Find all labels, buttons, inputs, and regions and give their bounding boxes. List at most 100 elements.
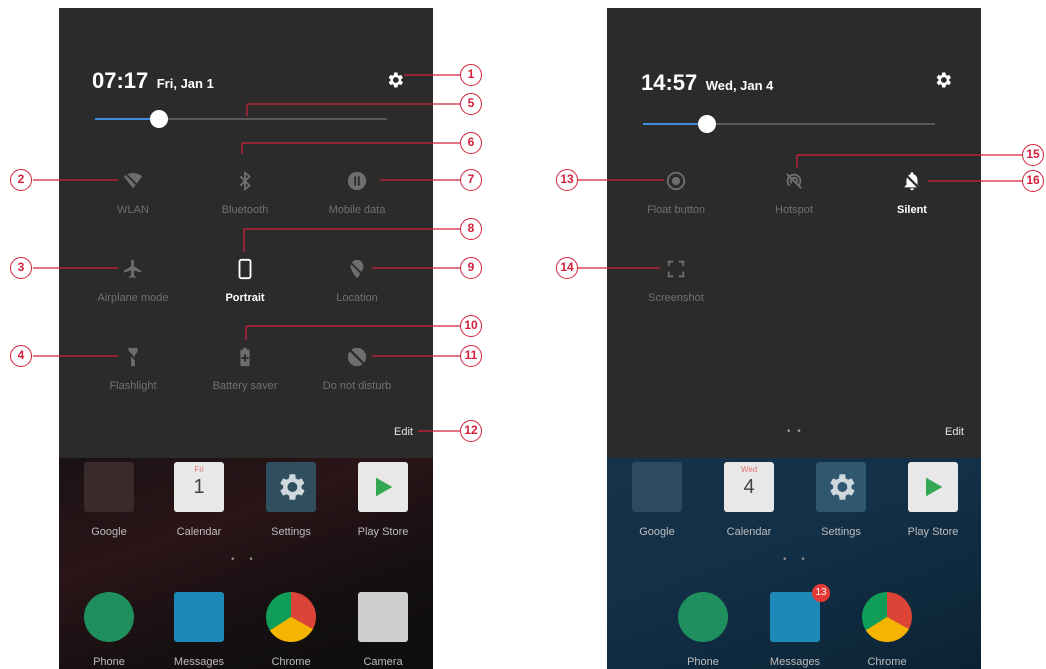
tile-silent[interactable]: Silent — [852, 170, 972, 216]
screenshot-icon — [667, 260, 685, 278]
app-phone[interactable]: Phone — [663, 592, 743, 668]
app-messages[interactable]: Messages — [159, 592, 239, 668]
app-label: Messages — [173, 656, 225, 668]
portrait-icon — [238, 258, 252, 280]
calendar-day: 1 — [193, 476, 205, 498]
callout-marker: 6 — [460, 132, 482, 154]
app-calendar[interactable]: Wed 4 Calendar — [709, 462, 789, 538]
phone-icon — [678, 592, 728, 642]
app-chrome[interactable]: Chrome — [251, 592, 331, 668]
tile-label: Portrait — [225, 292, 265, 304]
chrome-icon — [862, 592, 912, 642]
tile-airplane-mode[interactable]: Airplane mode — [73, 258, 193, 304]
edit-button[interactable]: Edit — [394, 426, 413, 438]
battery-saver-icon — [240, 347, 250, 367]
tile-wlan[interactable]: WLAN — [73, 170, 193, 216]
app-play-store[interactable]: Play Store — [343, 462, 423, 538]
app-label: Phone — [93, 656, 125, 668]
tile-mobile-data[interactable]: Mobile data — [297, 170, 417, 216]
home-screen: Google Wed 4 Calendar Settings Play Stor… — [607, 458, 981, 669]
messages-icon — [174, 592, 224, 642]
tile-hotspot[interactable]: Hotspot — [734, 170, 854, 216]
app-label: Settings — [821, 526, 861, 538]
settings-gear-icon[interactable] — [385, 70, 405, 90]
app-google-folder[interactable]: Google — [617, 462, 697, 538]
tile-float-button[interactable]: Float button — [616, 170, 736, 216]
home-screen: Google Fri 1 Calendar Settings Play Stor… — [59, 458, 433, 669]
clock-date: Wed, Jan 4 — [705, 78, 774, 93]
callout-marker: 12 — [460, 420, 482, 442]
app-play-store[interactable]: Play Store — [893, 462, 973, 538]
brightness-slider[interactable] — [643, 115, 935, 133]
settings-app-icon — [266, 462, 316, 512]
tile-label: Do not disturb — [322, 380, 392, 392]
messages-icon: 13 — [770, 584, 830, 642]
app-settings[interactable]: Settings — [251, 462, 331, 538]
callout-marker: 2 — [10, 169, 32, 191]
google-folder-icon — [632, 462, 682, 512]
tile-label: Hotspot — [775, 204, 813, 216]
phone-screen-right: 14:57 Wed, Jan 4 Float button Hotspot Si… — [607, 8, 981, 669]
app-label: Settings — [271, 526, 311, 538]
bluetooth-icon — [239, 170, 251, 192]
tile-battery-saver[interactable]: Battery saver — [185, 346, 305, 392]
clock-time: 14:57 — [641, 70, 698, 95]
tile-label: WLAN — [117, 204, 149, 216]
app-label: Camera — [363, 656, 403, 668]
callout-marker: 7 — [460, 169, 482, 191]
callout-marker: 16 — [1022, 170, 1044, 192]
google-folder-icon — [84, 462, 134, 512]
status-clock: 07:17 Fri, Jan 1 — [92, 68, 214, 94]
tile-bluetooth[interactable]: Bluetooth — [185, 170, 305, 216]
tile-label: Screenshot — [648, 292, 704, 304]
app-label: Calendar — [176, 526, 222, 538]
clock-time: 07:17 — [92, 68, 149, 93]
app-label: Play Store — [907, 526, 959, 538]
callout-marker: 8 — [460, 218, 482, 240]
mobile-data-icon — [347, 171, 367, 191]
callout-marker: 10 — [460, 315, 482, 337]
silent-bell-icon — [902, 171, 922, 191]
tile-screenshot[interactable]: Screenshot — [616, 258, 736, 304]
callout-marker: 15 — [1022, 144, 1044, 166]
brightness-slider[interactable] — [95, 110, 387, 128]
camera-icon — [358, 592, 408, 642]
tile-label: Float button — [646, 204, 706, 216]
app-messages[interactable]: 13 Messages — [755, 584, 835, 668]
edit-button[interactable]: Edit — [945, 426, 964, 438]
tile-location[interactable]: Location — [297, 258, 417, 304]
app-phone[interactable]: Phone — [69, 592, 149, 668]
tile-flashlight[interactable]: Flashlight — [73, 346, 193, 392]
app-settings[interactable]: Settings — [801, 462, 881, 538]
tile-label: Mobile data — [328, 204, 386, 216]
app-label: Chrome — [867, 656, 907, 668]
calendar-day: 4 — [743, 476, 755, 498]
do-not-disturb-icon — [347, 347, 367, 367]
app-camera[interactable]: Camera — [343, 592, 423, 668]
app-google-folder[interactable]: Google — [69, 462, 149, 538]
play-store-icon — [908, 462, 958, 512]
phone-icon — [84, 592, 134, 642]
chrome-icon — [266, 592, 316, 642]
callout-marker: 3 — [10, 257, 32, 279]
app-calendar[interactable]: Fri 1 Calendar — [159, 462, 239, 538]
brightness-knob[interactable] — [150, 110, 169, 128]
app-label: Calendar — [726, 526, 772, 538]
app-label: Play Store — [357, 526, 409, 538]
tile-label: Bluetooth — [221, 204, 269, 216]
tile-do-not-disturb[interactable]: Do not disturb — [297, 346, 417, 392]
tile-portrait[interactable]: Portrait — [185, 258, 305, 304]
calendar-weekday: Fri — [194, 465, 204, 474]
settings-gear-icon[interactable] — [933, 70, 953, 90]
location-off-icon — [349, 259, 365, 279]
qs-page-dots[interactable]: • • — [787, 426, 803, 437]
callout-marker: 11 — [460, 345, 482, 367]
calendar-icon: Wed 4 — [724, 462, 774, 512]
app-chrome[interactable]: Chrome — [847, 592, 927, 668]
clock-date: Fri, Jan 1 — [156, 76, 214, 91]
messages-badge: 13 — [812, 584, 830, 602]
phone-screen-left: 07:17 Fri, Jan 1 WLAN Bluetooth Mobile d… — [59, 8, 433, 669]
brightness-knob[interactable] — [698, 115, 717, 133]
settings-app-icon — [816, 462, 866, 512]
airplane-icon — [123, 259, 142, 279]
